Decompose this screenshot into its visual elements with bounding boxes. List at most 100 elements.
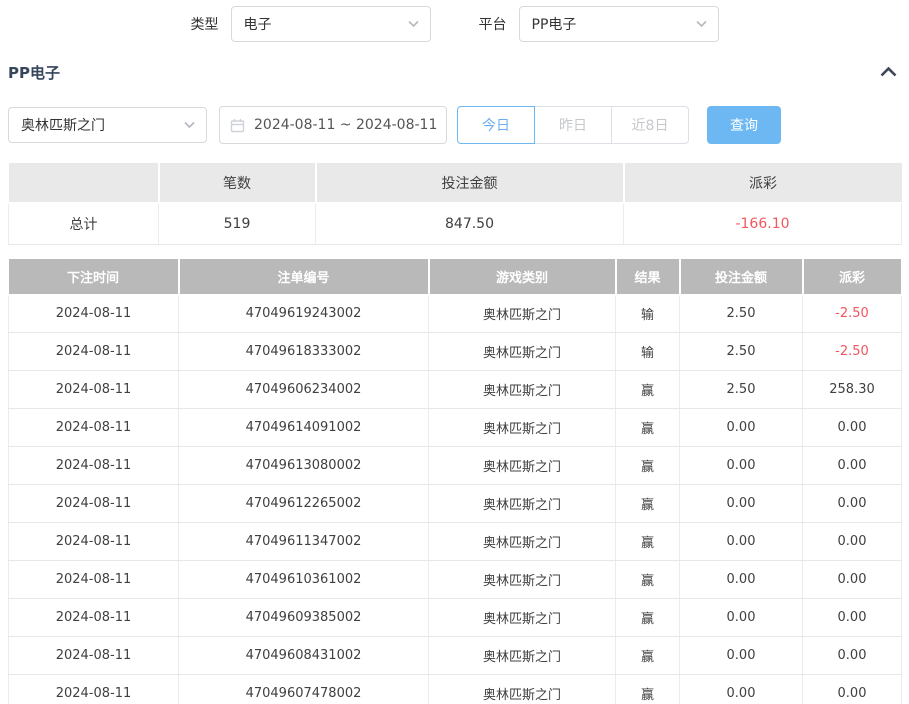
result-cell: 赢 bbox=[616, 485, 680, 523]
game-type-cell: 奥林匹斯之门 bbox=[429, 371, 616, 409]
game-type-cell: 奥林匹斯之门 bbox=[429, 409, 616, 447]
payout-cell: -2.50 bbox=[803, 333, 902, 371]
game-type-cell: 奥林匹斯之门 bbox=[429, 333, 616, 371]
type-label: 类型 bbox=[191, 14, 219, 34]
game-type-cell: 奥林匹斯之门 bbox=[429, 599, 616, 637]
bet-amount-cell: 0.00 bbox=[680, 485, 803, 523]
chevron-down-icon bbox=[696, 21, 707, 28]
bet-time-cell: 2024-08-11 bbox=[9, 485, 179, 523]
bet-amount-cell: 2.50 bbox=[680, 371, 803, 409]
summary-payout-header: 派彩 bbox=[624, 163, 902, 203]
records-column-header: 派彩 bbox=[803, 259, 902, 295]
collapse-section-button[interactable] bbox=[878, 65, 899, 79]
total-payout-cell: -166.10 bbox=[624, 203, 902, 244]
result-cell: 赢 bbox=[616, 371, 680, 409]
payout-cell: 0.00 bbox=[803, 485, 902, 523]
bet-time-cell: 2024-08-11 bbox=[9, 675, 179, 704]
game-type-cell: 奥林匹斯之门 bbox=[429, 637, 616, 675]
table-row: 2024-08-11 47049619243002 奥林匹斯之门 输 2.50 … bbox=[9, 295, 902, 333]
platform-label: 平台 bbox=[479, 14, 507, 34]
bet-time-cell: 2024-08-11 bbox=[9, 295, 179, 333]
bet-id-cell: 47049618333002 bbox=[179, 333, 429, 371]
bet-amount-cell: 2.50 bbox=[680, 333, 803, 371]
table-row: 2024-08-11 47049618333002 奥林匹斯之门 输 2.50 … bbox=[9, 333, 902, 371]
bet-amount-cell: 0.00 bbox=[680, 675, 803, 704]
payout-cell: 0.00 bbox=[803, 523, 902, 561]
bet-time-cell: 2024-08-11 bbox=[9, 371, 179, 409]
records-table: 下注时间 注单编号 游戏类别 结果 投注金额 派彩 2024-08-11 470… bbox=[8, 259, 903, 704]
yesterday-button[interactable]: 昨日 bbox=[534, 106, 612, 144]
today-button[interactable]: 今日 bbox=[457, 106, 535, 144]
table-row: 2024-08-11 47049610361002 奥林匹斯之门 赢 0.00 … bbox=[9, 561, 902, 599]
records-column-header: 结果 bbox=[616, 259, 680, 295]
result-cell: 赢 bbox=[616, 523, 680, 561]
payout-cell: 0.00 bbox=[803, 561, 902, 599]
platform-select[interactable]: PP电子 bbox=[519, 6, 719, 42]
payout-cell: 0.00 bbox=[803, 637, 902, 675]
bet-amount-cell: 0.00 bbox=[680, 447, 803, 485]
bet-id-cell: 47049619243002 bbox=[179, 295, 429, 333]
chevron-down-icon bbox=[184, 122, 195, 129]
table-row: 2024-08-11 47049606234002 奥林匹斯之门 赢 2.50 … bbox=[9, 371, 902, 409]
payout-cell: 258.30 bbox=[803, 371, 902, 409]
result-cell: 赢 bbox=[616, 409, 680, 447]
summary-table: 笔数 投注金额 派彩 总计 519 847.50 -166.10 bbox=[8, 163, 902, 245]
bet-id-cell: 47049611347002 bbox=[179, 523, 429, 561]
payout-cell: -2.50 bbox=[803, 295, 902, 333]
bet-amount-cell: 0.00 bbox=[680, 523, 803, 561]
payout-cell: 0.00 bbox=[803, 447, 902, 485]
chevron-down-icon bbox=[408, 21, 419, 28]
payout-cell: 0.00 bbox=[803, 675, 902, 704]
bet-amount-cell: 0.00 bbox=[680, 561, 803, 599]
result-cell: 赢 bbox=[616, 675, 680, 704]
summary-header-row: 笔数 投注金额 派彩 bbox=[9, 163, 902, 203]
last8days-button[interactable]: 近8日 bbox=[611, 106, 689, 144]
result-cell: 赢 bbox=[616, 637, 680, 675]
section-header: PP电子 bbox=[8, 61, 899, 83]
chevron-up-icon bbox=[880, 62, 897, 81]
game-type-cell: 奥林匹斯之门 bbox=[429, 523, 616, 561]
total-bet-amount-cell: 847.50 bbox=[316, 203, 624, 244]
table-row: 2024-08-11 47049608431002 奥林匹斯之门 赢 0.00 … bbox=[9, 637, 902, 675]
bet-id-cell: 47049609385002 bbox=[179, 599, 429, 637]
bet-time-cell: 2024-08-11 bbox=[9, 637, 179, 675]
bet-amount-cell: 0.00 bbox=[680, 637, 803, 675]
bet-id-cell: 47049608431002 bbox=[179, 637, 429, 675]
records-column-header: 游戏类别 bbox=[429, 259, 616, 295]
section-title: PP电子 bbox=[8, 62, 60, 83]
date-range-input[interactable]: 2024-08-11 ~ 2024-08-11 bbox=[219, 106, 447, 144]
records-header-row: 下注时间 注单编号 游戏类别 结果 投注金额 派彩 bbox=[9, 259, 902, 295]
table-row: 2024-08-11 47049607478002 奥林匹斯之门 赢 0.00 … bbox=[9, 675, 902, 704]
result-cell: 赢 bbox=[616, 561, 680, 599]
records-column-header: 注单编号 bbox=[179, 259, 429, 295]
bet-time-cell: 2024-08-11 bbox=[9, 561, 179, 599]
total-label-cell: 总计 bbox=[9, 203, 159, 244]
bet-amount-cell: 0.00 bbox=[680, 409, 803, 447]
payout-cell: 0.00 bbox=[803, 409, 902, 447]
table-row: 2024-08-11 47049612265002 奥林匹斯之门 赢 0.00 … bbox=[9, 485, 902, 523]
bet-id-cell: 47049614091002 bbox=[179, 409, 429, 447]
bet-id-cell: 47049606234002 bbox=[179, 371, 429, 409]
game-select-value: 奥林匹斯之门 bbox=[21, 115, 105, 135]
bet-amount-cell: 0.00 bbox=[680, 599, 803, 637]
table-row: 2024-08-11 47049613080002 奥林匹斯之门 赢 0.00 … bbox=[9, 447, 902, 485]
bet-id-cell: 47049612265002 bbox=[179, 485, 429, 523]
summary-bet-amount-header: 投注金额 bbox=[316, 163, 624, 203]
quick-date-button-group: 今日 昨日 近8日 bbox=[457, 106, 689, 144]
type-select[interactable]: 电子 bbox=[231, 6, 431, 42]
bet-time-cell: 2024-08-11 bbox=[9, 333, 179, 371]
query-bar: 奥林匹斯之门 2024-08-11 ~ 2024-08-11 今日 昨日 近8日… bbox=[8, 106, 901, 144]
records-column-header: 下注时间 bbox=[9, 259, 179, 295]
bet-id-cell: 47049613080002 bbox=[179, 447, 429, 485]
bet-id-cell: 47049607478002 bbox=[179, 675, 429, 704]
top-filter-bar: 类型 电子 平台 PP电子 bbox=[0, 5, 909, 43]
bet-time-cell: 2024-08-11 bbox=[9, 523, 179, 561]
date-range-value: 2024-08-11 ~ 2024-08-11 bbox=[254, 117, 437, 133]
game-select[interactable]: 奥林匹斯之门 bbox=[8, 107, 207, 143]
search-button[interactable]: 查询 bbox=[707, 106, 781, 144]
table-row: 2024-08-11 47049609385002 奥林匹斯之门 赢 0.00 … bbox=[9, 599, 902, 637]
result-cell: 输 bbox=[616, 295, 680, 333]
records-column-header: 投注金额 bbox=[680, 259, 803, 295]
game-type-cell: 奥林匹斯之门 bbox=[429, 295, 616, 333]
result-cell: 赢 bbox=[616, 599, 680, 637]
